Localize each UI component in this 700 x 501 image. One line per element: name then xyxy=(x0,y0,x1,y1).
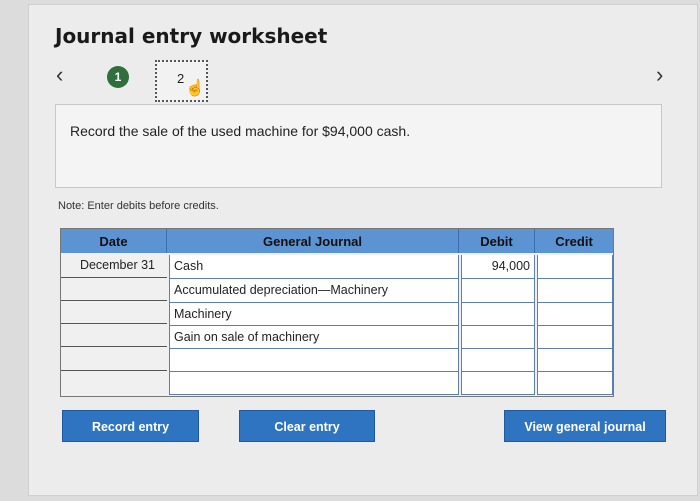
row-1-date[interactable]: December 31 xyxy=(61,253,167,278)
row-4-debit-field[interactable] xyxy=(461,326,535,349)
row-3-account-field[interactable]: Machinery xyxy=(169,303,459,326)
clear-entry-button[interactable]: Clear entry xyxy=(239,410,375,442)
row-3-credit-field[interactable] xyxy=(537,303,613,326)
row-4-date[interactable] xyxy=(61,324,167,347)
row-5-date[interactable] xyxy=(61,347,167,371)
header-credit: Credit xyxy=(535,229,613,253)
row-5-debit-field[interactable] xyxy=(461,349,535,372)
step-2-label: 2 xyxy=(177,71,185,86)
row-5-account-field[interactable] xyxy=(169,349,459,372)
row-6-date[interactable] xyxy=(61,371,167,395)
view-general-journal-button[interactable]: View general journal xyxy=(504,410,666,442)
row-2-account-field[interactable]: Accumulated depreciation—Machinery xyxy=(169,279,459,303)
row-6-account-field[interactable] xyxy=(169,372,459,395)
row-4-credit-field[interactable] xyxy=(537,326,613,349)
row-2-credit-field[interactable] xyxy=(537,279,613,303)
row-6-debit-field[interactable] xyxy=(461,372,535,395)
row-5-credit-field[interactable] xyxy=(537,349,613,372)
row-4-account-field[interactable]: Gain on sale of machinery xyxy=(169,326,459,349)
step-1-badge[interactable]: 1 xyxy=(107,66,129,88)
row-2-debit-field[interactable] xyxy=(461,279,535,303)
row-6-credit-field[interactable] xyxy=(537,372,613,395)
row-1-account-field[interactable]: Cash xyxy=(169,255,459,279)
header-general-journal: General Journal xyxy=(167,229,459,253)
instruction-box: Record the sale of the used machine for … xyxy=(55,104,662,188)
prev-step-chevron-icon[interactable]: ‹ xyxy=(56,64,63,86)
row-3-debit-field[interactable] xyxy=(461,303,535,326)
page-title: Journal entry worksheet xyxy=(55,24,328,48)
row-2-date[interactable] xyxy=(61,278,167,301)
row-1-debit-field[interactable]: 94,000 xyxy=(461,255,535,279)
journal-table: Date General Journal Debit Credit Decemb… xyxy=(60,228,614,397)
step-2-tab[interactable]: 2 ☝ xyxy=(155,60,208,102)
row-1-credit-field[interactable] xyxy=(537,255,613,279)
record-entry-button[interactable]: Record entry xyxy=(62,410,199,442)
header-date: Date xyxy=(61,229,167,253)
row-3-date[interactable] xyxy=(61,301,167,324)
instruction-text: Record the sale of the used machine for … xyxy=(70,123,411,139)
next-step-chevron-icon[interactable]: › xyxy=(656,64,663,86)
note-text: Note: Enter debits before credits. xyxy=(58,200,219,212)
hand-pointer-icon: ☝ xyxy=(185,80,205,97)
header-debit: Debit xyxy=(459,229,535,253)
